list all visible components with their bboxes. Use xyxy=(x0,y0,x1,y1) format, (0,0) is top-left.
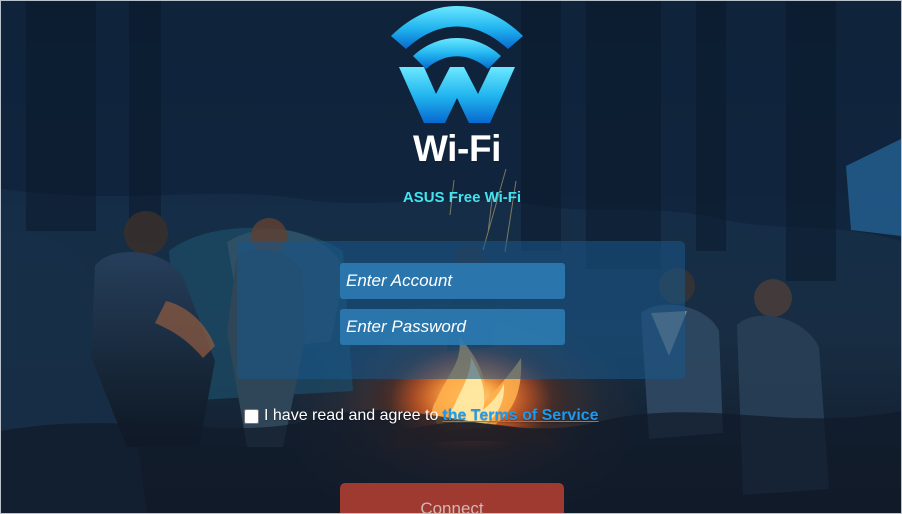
password-input[interactable] xyxy=(340,309,565,345)
network-name: ASUS Free Wi-Fi xyxy=(402,189,522,206)
terms-agreement[interactable]: I have read and agree to the Terms of Se… xyxy=(244,404,599,428)
captive-portal-page: Wi-Fi ASUS Free Wi-Fi I have read and ag… xyxy=(0,0,902,514)
terms-checkbox[interactable] xyxy=(244,408,259,424)
wifi-w-logo-icon xyxy=(391,6,523,123)
account-input[interactable] xyxy=(340,263,565,299)
terms-of-service-link[interactable]: the Terms of Service xyxy=(442,407,598,425)
wifi-logo: Wi-Fi xyxy=(387,1,527,175)
connect-button[interactable]: Connect xyxy=(340,483,564,513)
wifi-title: Wi-Fi xyxy=(412,128,502,169)
terms-text: I have read and agree to xyxy=(264,407,439,424)
